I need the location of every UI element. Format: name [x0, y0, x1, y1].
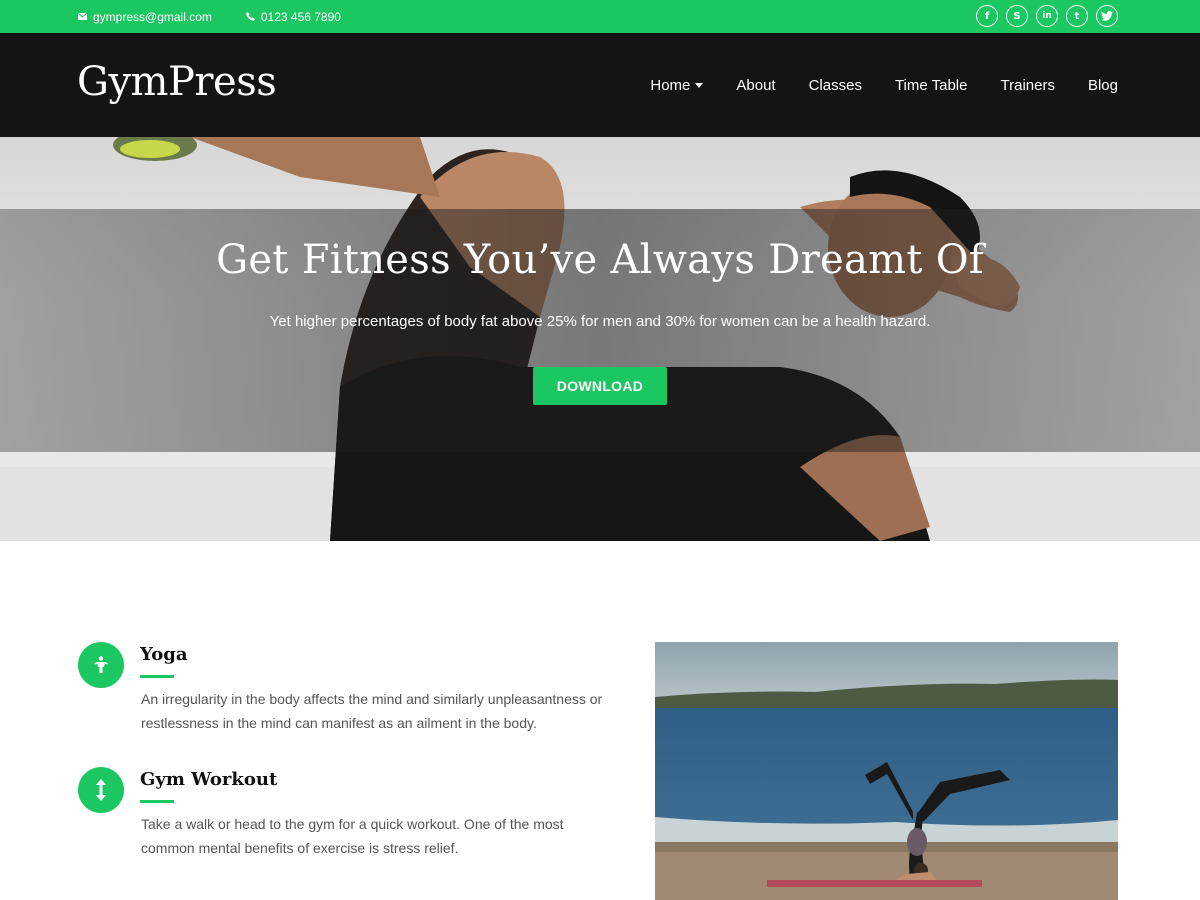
email-text: gympress@gmail.com: [93, 9, 212, 24]
nav-classes[interactable]: Classes: [809, 77, 862, 94]
nav-about[interactable]: About: [736, 77, 775, 94]
vertical-arrows-icon: [78, 767, 124, 813]
twitter-icon[interactable]: [1096, 5, 1118, 27]
download-button[interactable]: DOWNLOAD: [533, 367, 667, 405]
nav-trainers[interactable]: Trainers: [1001, 77, 1055, 94]
site-logo[interactable]: GymPress: [77, 59, 277, 105]
nav-blog[interactable]: Blog: [1088, 77, 1118, 94]
feature-text: An irregularity in the body affects the …: [141, 691, 603, 731]
contact-info: gympress@gmail.com 0123 456 7890: [78, 0, 341, 33]
feature-title: Yoga: [140, 644, 188, 665]
tumblr-icon[interactable]: t: [1066, 5, 1088, 27]
envelope-icon: [78, 13, 87, 20]
hero-section: Get Fitness You’ve Always Dreamt Of Yet …: [0, 137, 1200, 541]
phone-icon: [245, 12, 255, 21]
phone-text: 0123 456 7890: [260, 9, 341, 24]
skype-icon[interactable]: S: [1006, 5, 1028, 27]
facebook-icon[interactable]: f: [976, 5, 998, 27]
nav-time-table[interactable]: Time Table: [895, 77, 968, 94]
linkedin-icon[interactable]: in: [1036, 5, 1058, 27]
top-bar: gympress@gmail.com 0123 456 7890 f S in …: [0, 0, 1200, 33]
site-header: GymPress Home About Classes Time Table T…: [0, 33, 1200, 137]
email-contact[interactable]: gympress@gmail.com: [78, 10, 212, 24]
yoga-beach-photo: [655, 642, 1118, 900]
person-icon: [78, 642, 124, 688]
hero-subtitle: Yet higher percentages of body fat above…: [269, 313, 931, 330]
hero-title: Get Fitness You’ve Always Dreamt Of: [216, 237, 984, 283]
feature-title: Gym Workout: [140, 769, 278, 790]
main-nav: Home About Classes Time Table Trainers B…: [650, 33, 1118, 137]
phone-contact[interactable]: 0123 456 7890: [245, 9, 341, 24]
nav-home[interactable]: Home: [650, 76, 704, 94]
title-underline: [140, 675, 174, 678]
feature-text: Take a walk or head to the gym for a qui…: [141, 816, 564, 856]
title-underline: [140, 800, 174, 803]
caret-down-icon: [695, 82, 704, 88]
nav-home-label: Home: [650, 76, 691, 94]
social-links: f S in t: [976, 5, 1118, 27]
